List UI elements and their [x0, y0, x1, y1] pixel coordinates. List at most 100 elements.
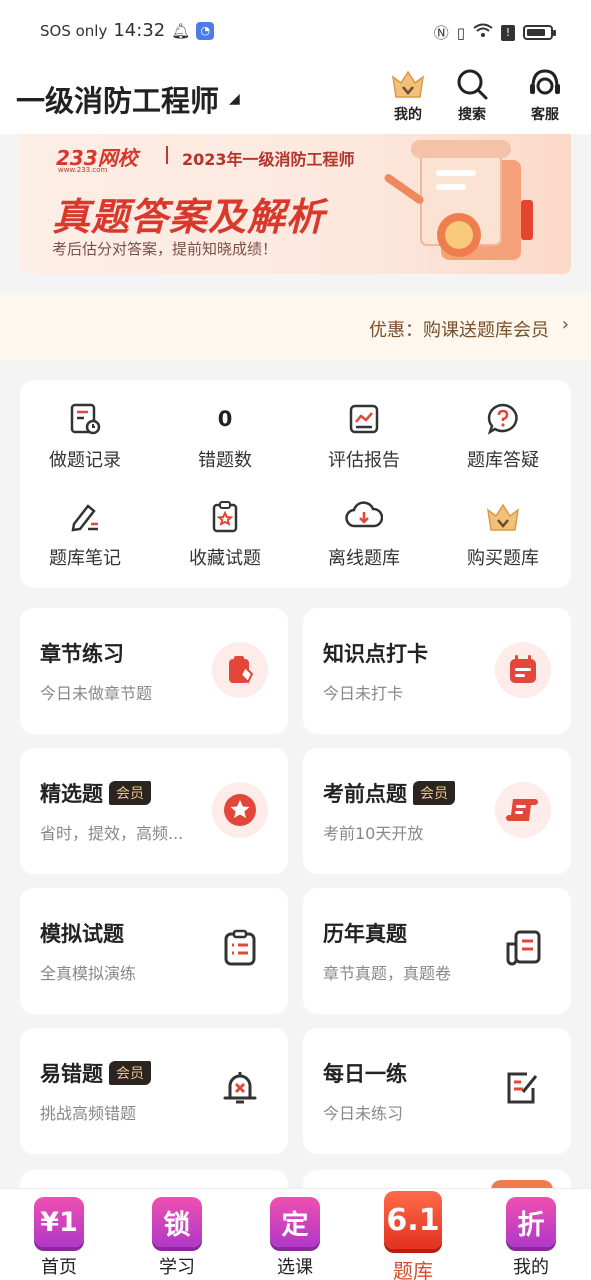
caret-down-icon: ◢: [229, 91, 240, 107]
headset-icon: [515, 64, 575, 104]
vibrate-icon: ▯: [456, 23, 465, 42]
card-subtitle: 今日未练习: [323, 1104, 404, 1123]
scroll-illustration: [384, 140, 533, 260]
card-title: 历年真题: [323, 922, 407, 946]
record-icon: [20, 400, 150, 438]
report-chart-icon: [299, 400, 429, 438]
pencil-note-icon: [212, 642, 268, 698]
grid-label: 题库笔记: [49, 548, 121, 569]
grid-item-favorites[interactable]: 收藏试题: [160, 498, 290, 578]
function-grid: 做题记录 0 错题数 评估报告 题库答疑 题库笔记 收藏试题 离线题库 购买题库: [20, 380, 571, 588]
card-subtitle: 挑战高频错题: [40, 1104, 137, 1123]
nav-courses[interactable]: 定 选课: [245, 1189, 345, 1279]
cloud-download-icon: [299, 498, 429, 536]
vip-badge: 会员: [109, 781, 151, 805]
card-daily-practice[interactable]: 每日一练 今日未练习: [303, 1028, 571, 1154]
alert-icon: !: [501, 24, 515, 41]
card-pre-exam-tips[interactable]: 考前点题 会员 考前10天开放: [303, 748, 571, 874]
card-mock-exam[interactable]: 模拟试题 全真模拟演练: [20, 888, 288, 1014]
card-error-prone[interactable]: 易错题 会员 挑战高频错题: [20, 1028, 288, 1154]
banner-subtitle: 考后估分对答案，提前知晓成绩！: [52, 240, 278, 258]
calendar-icon: [495, 642, 551, 698]
clipboard-star-icon: [160, 498, 290, 536]
card-subtitle: 省时，提效，高频...: [40, 824, 184, 843]
grid-label: 收藏试题: [189, 548, 261, 569]
app-header: 一级消防工程师 ◢ 我的 搜索 客服: [0, 62, 591, 134]
grid-label: 题库答疑: [467, 450, 539, 471]
card-knowledge-checkin[interactable]: 知识点打卡 今日未打卡: [303, 608, 571, 734]
page-title: 一级消防工程师: [16, 84, 220, 118]
card-title: 章节练习: [40, 642, 124, 666]
card-past-exams[interactable]: 历年真题 章节真题，真题卷: [303, 888, 571, 1014]
nav-mine[interactable]: 折 我的: [481, 1189, 581, 1279]
wifi-icon: [473, 23, 493, 43]
nfc-icon: Ⓝ: [433, 24, 449, 42]
carrier-text: SOS only: [40, 21, 108, 40]
pencil-icon: [20, 498, 150, 536]
nav-label: 学习: [159, 1257, 195, 1278]
nav-label: 首页: [41, 1257, 77, 1278]
card-subtitle: 全真模拟演练: [40, 964, 137, 983]
app-notification-icon: ◔: [196, 21, 215, 40]
vip-badge: 会员: [413, 781, 455, 805]
nav-study[interactable]: 锁 学习: [127, 1189, 227, 1279]
service-button[interactable]: 客服: [515, 64, 575, 124]
clipboard-list-icon: [220, 928, 260, 972]
card-subtitle: 今日未打卡: [323, 684, 404, 703]
alarm-bell-icon: [220, 1068, 260, 1112]
grid-item-report[interactable]: 评估报告: [299, 400, 429, 480]
home-badge-icon: ¥1: [34, 1197, 84, 1247]
document-stack-icon: [503, 928, 543, 972]
crown-icon: [378, 64, 438, 104]
crown-icon: [438, 498, 568, 536]
card-title: 模拟试题: [40, 922, 124, 946]
wrong-count-value: 0: [217, 407, 233, 431]
card-selected-questions[interactable]: 精选题 会员 省时，提效，高频...: [20, 748, 288, 874]
promo-text: 优惠：购课送题库会员: [369, 320, 549, 341]
nav-label: 选课: [277, 1257, 313, 1278]
grid-item-notes[interactable]: 题库笔记: [20, 498, 150, 578]
promo-strip[interactable]: 优惠：购课送题库会员 ›: [0, 294, 591, 360]
edit-note-icon: [503, 1068, 543, 1112]
question-bubble-icon: [438, 400, 568, 438]
grid-label: 评估报告: [328, 450, 400, 471]
courses-badge-icon: 定: [270, 1197, 320, 1247]
vip-badge: 会员: [109, 1061, 151, 1085]
star-badge-icon: [212, 782, 268, 838]
mine-button[interactable]: 我的: [378, 64, 438, 124]
search-button[interactable]: 搜索: [442, 64, 502, 124]
battery-icon: [523, 25, 556, 40]
grid-label: 错题数: [198, 450, 252, 471]
brand-url: www.233.com: [58, 166, 108, 174]
grid-item-wrong-count[interactable]: 0 错题数: [160, 400, 290, 480]
bottom-nav: ¥1 首页 锁 学习 定 选课 6.1 题库 折 我的: [0, 1188, 591, 1280]
nav-question-bank[interactable]: 6.1 题库: [363, 1189, 463, 1280]
status-bar: SOS only 14:32 🔔︎ ◔ Ⓝ ▯ !: [0, 0, 591, 62]
card-subtitle: 章节真题，真题卷: [323, 964, 452, 983]
banner-headline: 真题答案及解析: [52, 195, 326, 239]
chevron-right-icon: ›: [561, 314, 569, 335]
card-title: 每日一练: [323, 1062, 407, 1086]
nav-label: 题库: [393, 1259, 433, 1280]
banner-year-title: 2023年一级消防工程师: [182, 150, 355, 169]
scroll-icon: [495, 782, 551, 838]
divider: [166, 146, 168, 164]
grid-item-practice-record[interactable]: 做题记录: [20, 400, 150, 480]
grid-item-qa[interactable]: 题库答疑: [438, 400, 568, 480]
study-badge-icon: 锁: [152, 1197, 202, 1247]
mine-label: 我的: [394, 107, 422, 123]
promo-banner[interactable]: 233网校 www.233.com 2023年一级消防工程师 真题答案及解析 考…: [20, 134, 571, 274]
service-label: 客服: [531, 107, 559, 123]
nav-home[interactable]: ¥1 首页: [9, 1189, 109, 1279]
card-subtitle: 考前10天开放: [323, 824, 424, 843]
question-bank-badge-icon: 6.1: [384, 1191, 442, 1249]
grid-label: 购买题库: [467, 548, 539, 569]
card-title: 精选题: [40, 782, 103, 806]
card-title: 考前点题: [323, 782, 407, 806]
card-subtitle: 今日未做章节题: [40, 684, 153, 703]
grid-item-offline[interactable]: 离线题库: [299, 498, 429, 578]
exam-selector[interactable]: 一级消防工程师 ◢: [16, 78, 240, 120]
mine-badge-icon: 折: [506, 1197, 556, 1247]
card-chapter-practice[interactable]: 章节练习 今日未做章节题: [20, 608, 288, 734]
grid-item-buy[interactable]: 购买题库: [438, 498, 568, 578]
